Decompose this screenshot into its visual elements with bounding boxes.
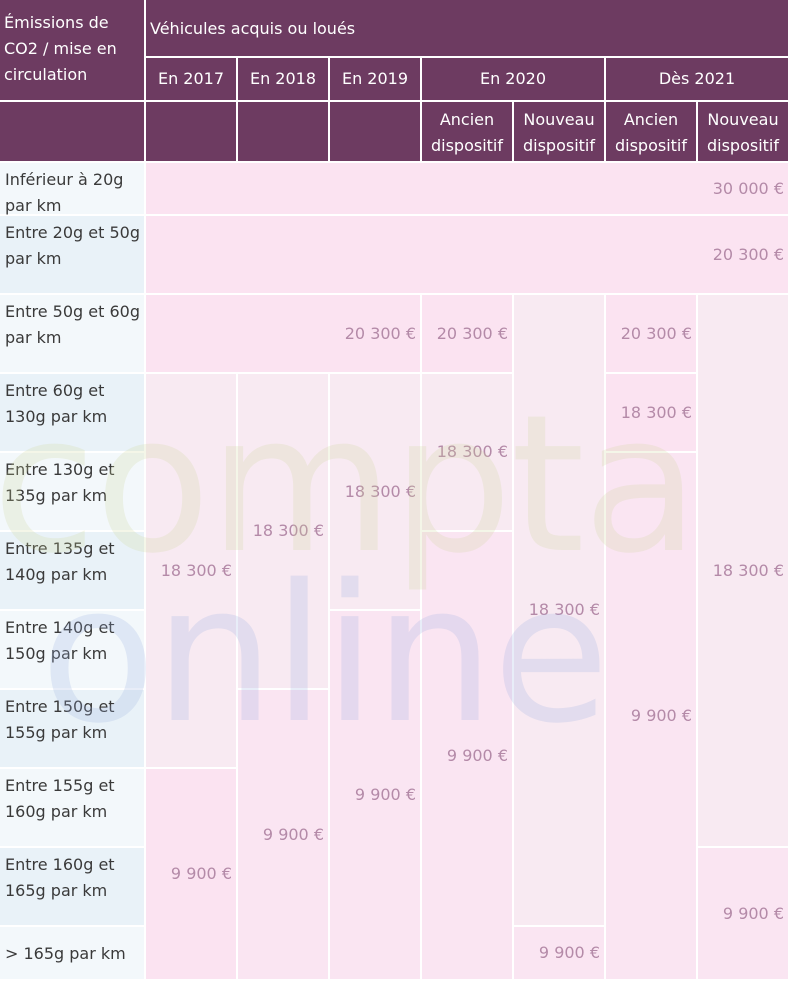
value-cell: 9 900 € [238, 690, 330, 981]
subheader-blank [0, 102, 146, 163]
value-cell: 20 300 € [146, 216, 790, 295]
value-cell: 18 300 € [422, 374, 514, 532]
value-cell: 18 300 € [238, 374, 330, 690]
value-cell: 9 900 € [422, 532, 514, 981]
value-cell: 20 300 € [422, 295, 514, 374]
year-2018-header: En 2018 [238, 58, 330, 102]
subheader-2017-blank [146, 102, 238, 163]
value-cell: 9 900 € [606, 453, 698, 981]
year-2021-header: Dès 2021 [606, 58, 790, 102]
subheader-2021-old: Ancien dispositif [606, 102, 698, 163]
value-cell: 18 300 € [698, 295, 790, 848]
value-cell: 30 000 € [146, 163, 790, 216]
subheader-2021-new: Nouveau dispositif [698, 102, 790, 163]
row-label: Entre 50g et 60g par km [0, 295, 146, 374]
value-cell: 9 900 € [330, 611, 422, 981]
value-cell: 18 300 € [514, 295, 606, 927]
row-label: Entre 60g et 130g par km [0, 374, 146, 453]
corner-header: Émissions de CO2 / mise en circulation [0, 0, 146, 102]
row-label: Entre 155g et 160g par km [0, 769, 146, 848]
year-2019-header: En 2019 [330, 58, 422, 102]
value-cell: 20 300 € [606, 295, 698, 374]
value-cell: 9 900 € [146, 769, 238, 981]
row-label: Entre 140g et 150g par km [0, 611, 146, 690]
subheader-2020-old: Ancien dispositif [422, 102, 514, 163]
row-label: Inférieur à 20g par km [0, 163, 146, 216]
row-label: Entre 135g et 140g par km [0, 532, 146, 611]
row-label: Entre 160g et 165g par km [0, 848, 146, 927]
row-label: > 165g par km [0, 927, 146, 981]
subheader-2018-blank [238, 102, 330, 163]
value-cell: 9 900 € [514, 927, 606, 981]
year-2020-header: En 2020 [422, 58, 606, 102]
row-label: Entre 150g et 155g par km [0, 690, 146, 769]
row-label: Entre 130g et 135g par km [0, 453, 146, 532]
value-cell: 9 900 € [698, 848, 790, 981]
value-cell: 20 300 € [146, 295, 422, 374]
subheader-2020-new: Nouveau dispositif [514, 102, 606, 163]
group-header: Véhicules acquis ou loués [146, 0, 790, 58]
subheader-2019-blank [330, 102, 422, 163]
year-2017-header: En 2017 [146, 58, 238, 102]
value-cell: 18 300 € [146, 374, 238, 769]
co2-bonus-table: Émissions de CO2 / mise en circulation V… [0, 0, 790, 981]
row-label: Entre 20g et 50g par km [0, 216, 146, 295]
value-cell: 18 300 € [330, 374, 422, 611]
value-cell: 18 300 € [606, 374, 698, 453]
